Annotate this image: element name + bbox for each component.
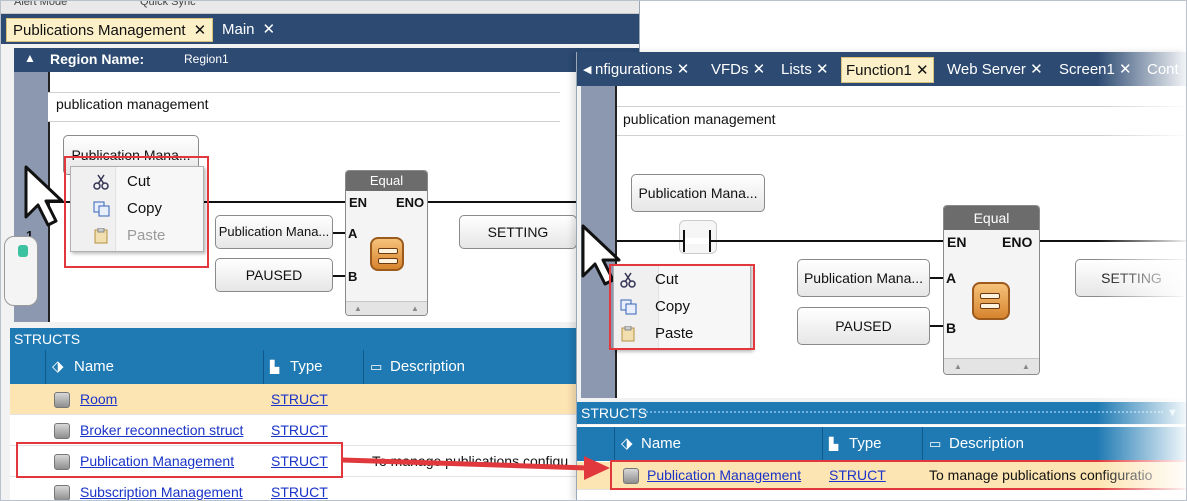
column-header-type[interactable]: ▙ Type xyxy=(264,350,364,384)
scroll-handle[interactable] xyxy=(4,236,38,306)
type-icon: ▙ xyxy=(270,360,280,374)
annotation-arrow xyxy=(341,456,610,480)
tab-label: Publications Management xyxy=(13,22,186,39)
pin-en: EN xyxy=(947,234,967,250)
equal-block-title: Equal xyxy=(346,171,427,191)
database-icon xyxy=(54,484,70,501)
document-tab-bar: Publications Management ✕ Main ✕ xyxy=(0,14,639,44)
close-icon[interactable]: ✕ xyxy=(916,62,929,79)
block-resize-bar[interactable]: ▲ ▲ xyxy=(944,358,1039,374)
tab-function1[interactable]: Function1 ✕ xyxy=(841,57,934,83)
column-header-name[interactable]: ⬗ Name xyxy=(46,350,264,384)
mouse-pointer-icon xyxy=(24,165,64,227)
rung-wire-output xyxy=(1039,240,1187,242)
close-icon[interactable]: ✕ xyxy=(263,21,276,38)
rung-wire-output xyxy=(427,201,577,203)
table-row[interactable]: Room STRUCT xyxy=(10,384,639,415)
collapse-arrow-icon[interactable]: ▲ xyxy=(24,51,36,65)
column-header-type[interactable]: ▙ Type xyxy=(823,427,923,461)
tab-configurations[interactable]: nfigurations ✕ xyxy=(591,57,693,83)
column-header-description[interactable]: ▭ Description xyxy=(923,427,1187,461)
input-b-tag[interactable]: PAUSED xyxy=(215,258,333,292)
row-name[interactable]: Room xyxy=(80,391,117,407)
dropdown-arrow-icon[interactable]: ▼ xyxy=(1167,402,1178,424)
close-icon[interactable]: ✕ xyxy=(1030,61,1043,78)
wire-b xyxy=(930,325,944,327)
annotation-box-context-menu xyxy=(64,156,209,268)
contact-tag-button[interactable]: Publication Mana... xyxy=(631,174,765,212)
input-b-tag[interactable]: PAUSED xyxy=(797,307,930,345)
toolbar-item-quick-sync[interactable]: Quick Sync xyxy=(140,0,196,8)
tag-icon: ⬗ xyxy=(52,358,64,375)
rung-comment-text: publication management xyxy=(56,96,209,112)
output-setting-tag[interactable]: SETTING xyxy=(1075,259,1187,297)
tab-screen1[interactable]: Screen1 ✕ xyxy=(1055,57,1136,83)
right-editor-window: ◀ nfigurations ✕ VFDs ✕ Lists ✕ Function… xyxy=(576,52,1187,501)
column-header-name[interactable]: ⬗ Name xyxy=(615,427,823,461)
row-type[interactable]: STRUCT xyxy=(271,422,328,438)
close-icon[interactable]: ✕ xyxy=(753,61,766,78)
region-name-value[interactable]: Region1 xyxy=(184,52,229,66)
block-resize-bar[interactable]: ▲ ▲ xyxy=(346,301,427,315)
tab-vfds[interactable]: VFDs ✕ xyxy=(707,57,769,83)
annotation-box-source-row xyxy=(16,442,343,478)
description-icon: ▭ xyxy=(370,359,383,374)
pin-eno: ENO xyxy=(396,195,425,210)
type-icon: ▙ xyxy=(829,437,839,451)
annotation-box-context-menu xyxy=(609,264,755,350)
input-a-tag[interactable]: Publication Mana... xyxy=(215,215,333,249)
structs-header: STRUCTS xyxy=(10,328,639,350)
wire-a xyxy=(930,277,944,279)
output-setting-tag[interactable]: SETTING xyxy=(459,215,577,249)
equal-block[interactable]: Equal EN ENO A B ▲ ▲ xyxy=(345,170,428,316)
structs-header: STRUCTS ▼ xyxy=(577,402,1187,424)
annotation-box-pasted-row xyxy=(610,460,1187,490)
rung-comment-box[interactable]: publication management xyxy=(617,106,1187,136)
toolbar-item-alert-mode[interactable]: Alert Mode xyxy=(14,0,67,8)
row-type[interactable]: STRUCT xyxy=(271,391,328,407)
tab-main[interactable]: Main ✕ xyxy=(216,18,281,42)
row-name[interactable]: Subscription Management xyxy=(80,484,243,500)
equal-icon xyxy=(370,237,404,271)
close-icon[interactable]: ✕ xyxy=(677,61,690,78)
rung-comment-box[interactable]: publication management xyxy=(48,92,560,122)
row-name[interactable]: Broker reconnection struct xyxy=(80,422,243,438)
close-icon[interactable]: ✕ xyxy=(194,22,207,39)
pin-a: A xyxy=(946,270,957,286)
tab-web-server[interactable]: Web Server ✕ xyxy=(943,57,1047,83)
database-icon xyxy=(54,391,70,409)
tag-icon: ⬗ xyxy=(621,435,633,452)
equal-block[interactable]: Equal EN ENO A B ▲ ▲ xyxy=(943,205,1040,375)
top-toolbar-strip: Alert Mode Quick Sync xyxy=(0,0,639,14)
close-icon[interactable]: ✕ xyxy=(1119,61,1132,78)
left-editor-window: Alert Mode Quick Sync Publications Manag… xyxy=(0,0,640,501)
region-header: ▲ Region Name: Region1 xyxy=(14,48,639,72)
row-type[interactable]: STRUCT xyxy=(271,484,328,500)
region-name-label: Region Name: xyxy=(50,51,145,67)
pin-b: B xyxy=(946,320,957,336)
description-icon: ▭ xyxy=(929,436,942,451)
tab-lists[interactable]: Lists ✕ xyxy=(777,57,833,83)
pin-a: A xyxy=(348,226,358,241)
pin-b: B xyxy=(348,269,358,284)
rung-wire xyxy=(617,240,943,242)
tab-cont[interactable]: Cont xyxy=(1143,57,1183,83)
input-a-tag[interactable]: Publication Mana... xyxy=(797,259,930,297)
tab-publications-management[interactable]: Publications Management ✕ xyxy=(6,18,214,42)
tab-label: Main xyxy=(222,21,255,38)
close-icon[interactable]: ✕ xyxy=(816,61,829,78)
document-tab-bar: ◀ nfigurations ✕ VFDs ✕ Lists ✕ Function… xyxy=(577,52,1187,86)
equal-block-title: Equal xyxy=(944,206,1039,230)
pin-eno: ENO xyxy=(1002,234,1033,250)
equal-icon xyxy=(972,282,1010,320)
database-icon xyxy=(54,422,70,440)
rung-comment-text: publication management xyxy=(623,111,776,127)
pin-en: EN xyxy=(349,195,368,210)
